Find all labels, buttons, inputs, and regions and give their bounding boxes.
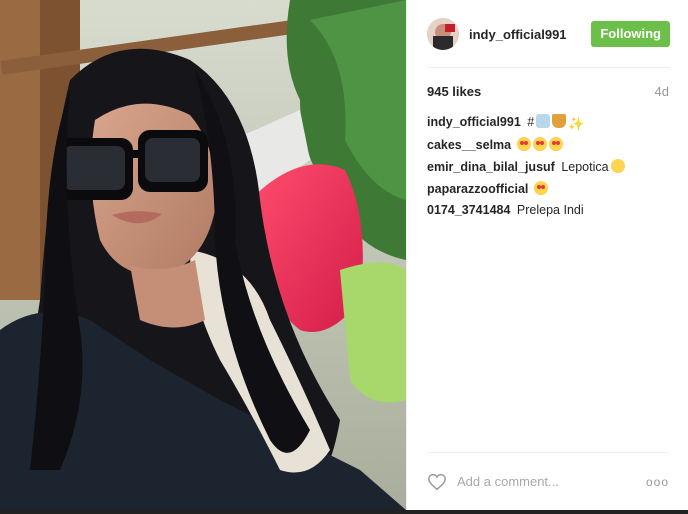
comment-username[interactable]: indy_official991 xyxy=(427,115,521,129)
comment-username[interactable]: cakes__selma xyxy=(427,138,511,152)
heart-eyes-emoji-icon xyxy=(548,137,563,151)
comment-item: indy_official991 # ✨ xyxy=(427,114,669,131)
sparkle-emoji-icon: ✨ xyxy=(568,116,585,131)
post-meta: 945 likes 4d xyxy=(427,84,669,99)
like-heart-icon[interactable] xyxy=(427,473,447,491)
trophy-emoji-icon xyxy=(552,114,567,128)
post-footer: ooo xyxy=(427,452,669,510)
add-comment-input[interactable] xyxy=(457,474,646,489)
comment-text: # xyxy=(527,115,535,129)
post-header: indy_official991 Following xyxy=(407,0,688,68)
post-username[interactable]: indy_official991 xyxy=(469,27,591,42)
smile-emoji-icon xyxy=(610,159,625,173)
comment-username[interactable]: paparazzoofficial xyxy=(427,182,528,196)
comments-list: indy_official991 # ✨ cakes__selma emir_di… xyxy=(427,114,669,224)
more-options-icon[interactable]: ooo xyxy=(646,475,669,489)
comment-item: paparazzoofficial xyxy=(427,181,669,197)
comment-item: emir_dina_bilal_jusuf Lepotica xyxy=(427,159,669,175)
heart-eyes-emoji-icon xyxy=(533,181,548,195)
comment-item: cakes__selma xyxy=(427,137,669,153)
comment-text: Lepotica xyxy=(561,160,609,174)
following-button[interactable]: Following xyxy=(591,21,670,47)
user-avatar[interactable] xyxy=(427,18,459,50)
comment-username[interactable]: emir_dina_bilal_jusuf xyxy=(427,160,555,174)
comment-item: 0174_3741484 Prelepa Indi xyxy=(427,203,669,218)
background-strip xyxy=(0,510,688,514)
heart-eyes-emoji-icon xyxy=(532,137,547,151)
post-photo[interactable] xyxy=(0,0,406,510)
selfie-image xyxy=(0,0,406,510)
post-timestamp[interactable]: 4d xyxy=(655,84,669,99)
likes-count[interactable]: 945 likes xyxy=(427,84,481,99)
coffee-cup-emoji-icon xyxy=(536,114,551,128)
comment-username[interactable]: 0174_3741484 xyxy=(427,203,510,217)
comment-text: Prelepa Indi xyxy=(516,203,584,217)
post-side-panel: indy_official991 Following 945 likes 4d … xyxy=(406,0,688,510)
heart-eyes-emoji-icon xyxy=(516,137,531,151)
post-modal: indy_official991 Following 945 likes 4d … xyxy=(0,0,688,514)
